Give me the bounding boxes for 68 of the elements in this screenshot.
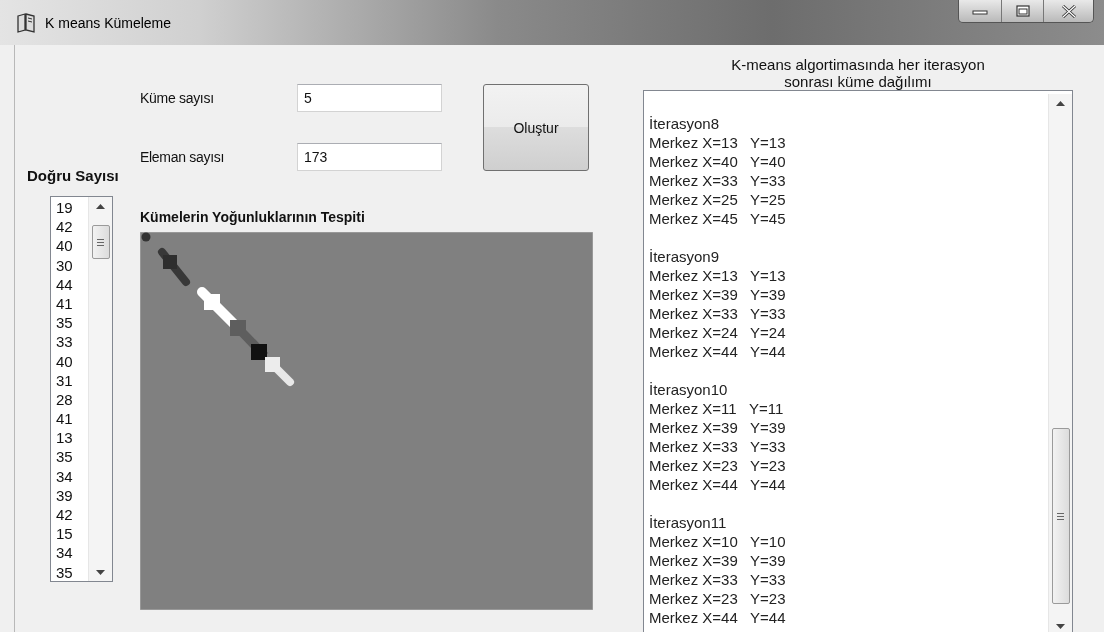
list-item[interactable]: 31 — [56, 370, 88, 390]
window-title: K means Kümeleme — [45, 15, 172, 31]
center-line: Merkez X=33 Y=33 — [649, 304, 787, 323]
list-item[interactable]: 40 — [56, 236, 88, 256]
scroll-up-icon[interactable] — [1056, 100, 1065, 106]
log-title: K-means algortimasında her iterasyon sonrası küme dağılımı — [730, 56, 986, 90]
center-line: Merkez X=23 Y=23 — [649, 456, 787, 475]
iteration-title: İterasyon8 — [649, 114, 721, 133]
center-line: Merkez X=33 Y=33 — [649, 171, 787, 190]
list-item[interactable]: 15 — [56, 524, 88, 544]
iteration-title: İterasyon11 — [649, 513, 728, 532]
minimize-icon — [972, 7, 988, 15]
center-line: Merkez X=33 Y=33 — [649, 570, 787, 589]
input-field[interactable]: 173 — [297, 143, 442, 171]
create-button[interactable]: Oluştur — [483, 84, 589, 171]
center-line: Merkez X=25 Y=25 — [649, 190, 787, 209]
list-item[interactable]: 40 — [56, 351, 88, 371]
list-label: Doğru Sayısı — [27, 167, 120, 184]
scroll-thumb[interactable] — [91, 225, 110, 259]
list-item[interactable]: 35 — [56, 562, 88, 581]
iteration-title: İterasyon9 — [649, 247, 721, 266]
iteration-title: İterasyon10 — [649, 380, 729, 399]
list-item[interactable]: 19 — [56, 198, 88, 218]
center-line: Merkez X=40 Y=40 — [649, 152, 787, 171]
scroll-down-icon[interactable] — [96, 569, 105, 575]
list-item[interactable]: 34 — [56, 543, 88, 563]
list-item[interactable]: 28 — [56, 389, 88, 410]
close-icon — [1060, 4, 1077, 18]
center-line: Merkez X=23 Y=23 — [649, 589, 787, 608]
center-line: Merkez X=24 Y=24 — [649, 323, 787, 342]
list-item[interactable]: 42 — [56, 217, 88, 237]
field-label: Küme sayısı — [140, 89, 215, 108]
scrollbar[interactable] — [88, 197, 112, 581]
close-button[interactable] — [1043, 0, 1093, 22]
list-item[interactable]: 44 — [56, 274, 88, 294]
scroll-thumb[interactable] — [1051, 428, 1070, 604]
center-line: Merkez X=39 Y=39 — [649, 551, 787, 570]
book-icon — [15, 13, 37, 33]
input-field[interactable]: 5 — [297, 84, 442, 112]
center-line: Merkez X=39 Y=39 — [649, 285, 787, 304]
list-item[interactable]: 35 — [56, 313, 88, 333]
center-line: Merkez X=33 Y=33 — [649, 437, 787, 456]
list-item[interactable]: 13 — [56, 428, 88, 448]
list-item[interactable]: 39 — [56, 485, 88, 505]
maximize-button[interactable] — [1001, 0, 1043, 22]
center-line: Merkez X=11 Y=11 — [649, 399, 785, 418]
maximize-icon — [1015, 5, 1030, 17]
center-line: Merkez X=44 Y=44 — [649, 608, 787, 627]
minimize-button[interactable] — [959, 0, 1001, 22]
scrollbar[interactable] — [1048, 94, 1072, 632]
list-item[interactable]: 42 — [56, 505, 88, 525]
center-line: Merkez X=44 Y=44 — [649, 475, 787, 494]
panel-title: Kümelerin Yoğunluklarının Tespiti — [140, 209, 366, 227]
center-line: Merkez X=39 Y=39 — [649, 418, 787, 437]
center-line: Merkez X=10 Y=10 — [649, 532, 787, 551]
list-item[interactable]: 35 — [56, 447, 88, 467]
scroll-down-icon[interactable] — [1056, 623, 1065, 629]
list-item[interactable]: 30 — [56, 255, 88, 275]
list-item[interactable]: 41 — [56, 409, 88, 429]
list-item[interactable]: 33 — [56, 332, 88, 352]
list-item[interactable]: 41 — [56, 293, 88, 314]
field-label: Eleman sayısı — [140, 148, 226, 167]
list-item[interactable]: 34 — [56, 466, 88, 486]
center-line: Merkez X=44 Y=44 — [649, 342, 787, 361]
center-line: Merkez X=45 Y=45 — [649, 209, 787, 228]
center-line: Merkez X=13 Y=13 — [649, 133, 787, 152]
center-line: Merkez X=13 Y=13 — [649, 266, 787, 285]
scroll-up-icon[interactable] — [96, 203, 105, 209]
